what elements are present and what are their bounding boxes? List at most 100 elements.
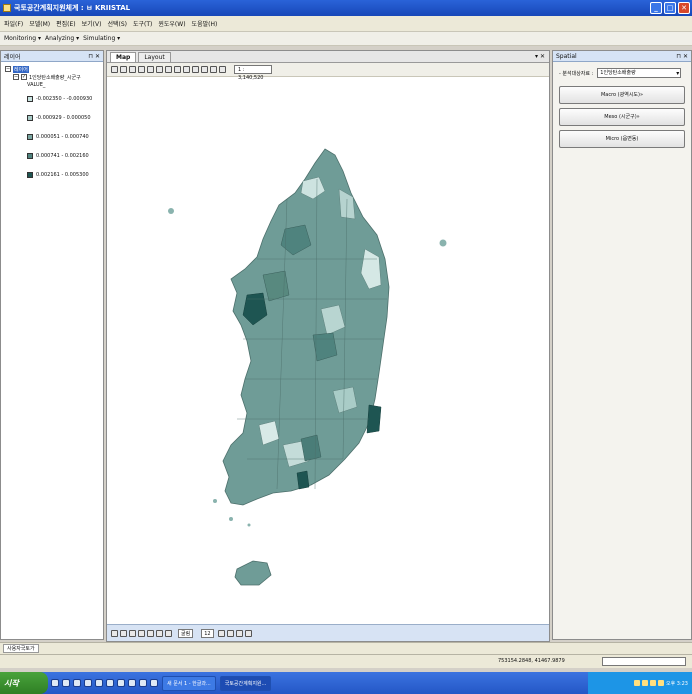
zoom-in-icon[interactable] (147, 66, 154, 73)
fill-color-icon[interactable] (244, 629, 252, 637)
menu-file[interactable]: 파일(F) (4, 19, 23, 28)
korea-choropleth-map (168, 148, 447, 586)
start-button[interactable]: 시작 (0, 672, 48, 694)
menu-model[interactable]: 모델(M) (29, 19, 50, 28)
rotate-icon[interactable] (120, 629, 127, 637)
app-icon (3, 4, 11, 12)
menu-view[interactable]: 보기(V) (82, 19, 102, 28)
micro-button[interactable]: Micro (읍면동) (559, 130, 685, 148)
root-layer-label[interactable]: 레이어 (13, 65, 29, 73)
rectangle-icon[interactable] (147, 629, 154, 637)
ellipse-icon[interactable] (156, 629, 163, 637)
task-hwp[interactable]: 새 문서 1 - 한글과... (162, 675, 216, 691)
menu-bar: 파일(F) 모델(M) 편집(E) 보기(V) 선택(S) 도구(T) 윈도우(… (0, 16, 692, 32)
menu-window[interactable]: 윈도우(W) (158, 19, 185, 28)
globe-icon[interactable] (192, 66, 199, 73)
print-icon[interactable] (120, 66, 127, 73)
tab-layout[interactable]: Layout (138, 52, 171, 62)
menu-edit[interactable]: 편집(E) (56, 19, 76, 28)
collapse-icon[interactable]: − (5, 66, 11, 72)
italic-icon[interactable] (226, 629, 234, 637)
maximize-button[interactable]: □ (664, 2, 676, 14)
identify-icon[interactable] (183, 66, 190, 73)
map-toolbar: 1 : 3,140,520 (107, 63, 549, 81)
island (213, 499, 217, 503)
simulating-menu[interactable]: Simulating ▾ (83, 35, 120, 42)
status-progress (602, 657, 686, 666)
macro-button[interactable]: Macro (광역시도)» (559, 86, 685, 104)
minimize-button[interactable]: _ (650, 2, 662, 14)
quicklaunch-icon[interactable] (106, 679, 114, 687)
map-canvas[interactable] (107, 89, 549, 621)
font-color-icon[interactable] (235, 629, 243, 637)
menu-select[interactable]: 선택(S) (107, 19, 127, 28)
quicklaunch-icon[interactable] (73, 679, 81, 687)
tab-controls-icon[interactable]: ▾ ✕ (535, 53, 545, 60)
pointer-icon[interactable] (111, 629, 118, 637)
meso-button[interactable]: Meso (시군구)» (559, 108, 685, 126)
measure-icon[interactable] (201, 66, 208, 73)
coordinate-readout: 753154.2848, 41467.9879 (498, 658, 565, 664)
tree-root[interactable]: − 레이어 (5, 65, 99, 73)
target-select[interactable]: 1인당탄소배출량 (597, 68, 682, 78)
tray-icon[interactable] (633, 680, 640, 686)
tab-map[interactable]: Map (110, 52, 137, 62)
quicklaunch-icon[interactable] (62, 679, 70, 687)
quicklaunch-icon[interactable] (139, 679, 147, 687)
quicklaunch-icon[interactable] (51, 679, 59, 687)
scale-input[interactable]: 1 : 3,140,520 (234, 65, 272, 81)
status-bar: 753154.2848, 41467.9879 (0, 654, 692, 668)
quicklaunch-icon[interactable] (150, 679, 158, 687)
task-kriistal[interactable]: 국토공간계획지원... (219, 675, 272, 691)
pin-close-icon[interactable]: ⊓ ✕ (676, 53, 688, 60)
quicklaunch-icon[interactable] (117, 679, 125, 687)
tray-icon[interactable] (649, 680, 656, 686)
legend-item: -0.000929 - 0.000050 (5, 108, 99, 127)
tray-icon[interactable] (657, 680, 664, 686)
window-controls: _ □ ✕ (650, 2, 690, 14)
spatial-panel-title: Spatial (556, 52, 577, 60)
layer-item[interactable]: − ✓ 1인당탄소배출량_시군구 (5, 73, 99, 81)
zoom-full-icon[interactable] (165, 66, 172, 73)
tray-icon[interactable] (641, 680, 648, 686)
curve-icon[interactable] (138, 629, 145, 637)
zoom-out-icon[interactable] (156, 66, 163, 73)
layer-tree: − 레이어 − ✓ 1인당탄소배출량_시군구 VALUE_ -0.002350 … (1, 62, 103, 187)
visibility-checkbox[interactable]: ✓ (21, 74, 27, 80)
taskbar: 시작 새 문서 1 - 한글과... 국토공간계획지원... 오후 3:23 (0, 672, 692, 694)
font-size-select[interactable]: 12 (201, 628, 214, 638)
pan-icon[interactable] (129, 66, 136, 73)
layers-panel-title: 레이어 (4, 53, 21, 61)
forward-icon[interactable] (219, 66, 226, 73)
bold-icon[interactable] (217, 629, 225, 637)
pin-close-icon[interactable]: ⊓ ✕ (88, 53, 100, 60)
legend-item: 0.000051 - 0.000740 (5, 127, 99, 146)
island (247, 523, 251, 527)
line-icon[interactable] (129, 629, 136, 637)
island (439, 239, 447, 247)
menu-help[interactable]: 도움말(H) (192, 19, 218, 28)
save-icon[interactable] (111, 66, 118, 73)
text-icon[interactable] (165, 629, 172, 637)
close-button[interactable]: ✕ (678, 2, 690, 14)
monitoring-menu[interactable]: Monitoring ▾ (4, 35, 41, 42)
legend-list: -0.002350 - -0.000930 -0.000929 - 0.00005… (5, 89, 99, 184)
quicklaunch-icon[interactable] (95, 679, 103, 687)
system-tray: 오후 3:23 (588, 672, 692, 694)
quicklaunch-icon[interactable] (84, 679, 92, 687)
legend-swatch (27, 171, 33, 178)
map-tabs: Map Layout ▾ ✕ (107, 51, 549, 63)
legend-item: 0.000741 - 0.002160 (5, 146, 99, 165)
menu-tools[interactable]: 도구(T) (133, 19, 152, 28)
analyzing-menu[interactable]: Analyzing ▾ (45, 35, 79, 42)
legend-swatch (27, 152, 33, 159)
select-arrow-icon[interactable] (138, 66, 145, 73)
zoom-layer-icon[interactable] (174, 66, 181, 73)
font-name-select[interactable]: 굴림 (178, 628, 194, 638)
quicklaunch-icon[interactable] (128, 679, 136, 687)
legend-item: 0.002161 - 0.005300 (5, 165, 99, 184)
bottom-tab[interactable]: 사용자국토가 (3, 644, 39, 653)
collapse-icon[interactable]: − (13, 74, 19, 80)
back-icon[interactable] (210, 66, 217, 73)
legend-label: -0.002350 - -0.000930 (36, 95, 93, 102)
